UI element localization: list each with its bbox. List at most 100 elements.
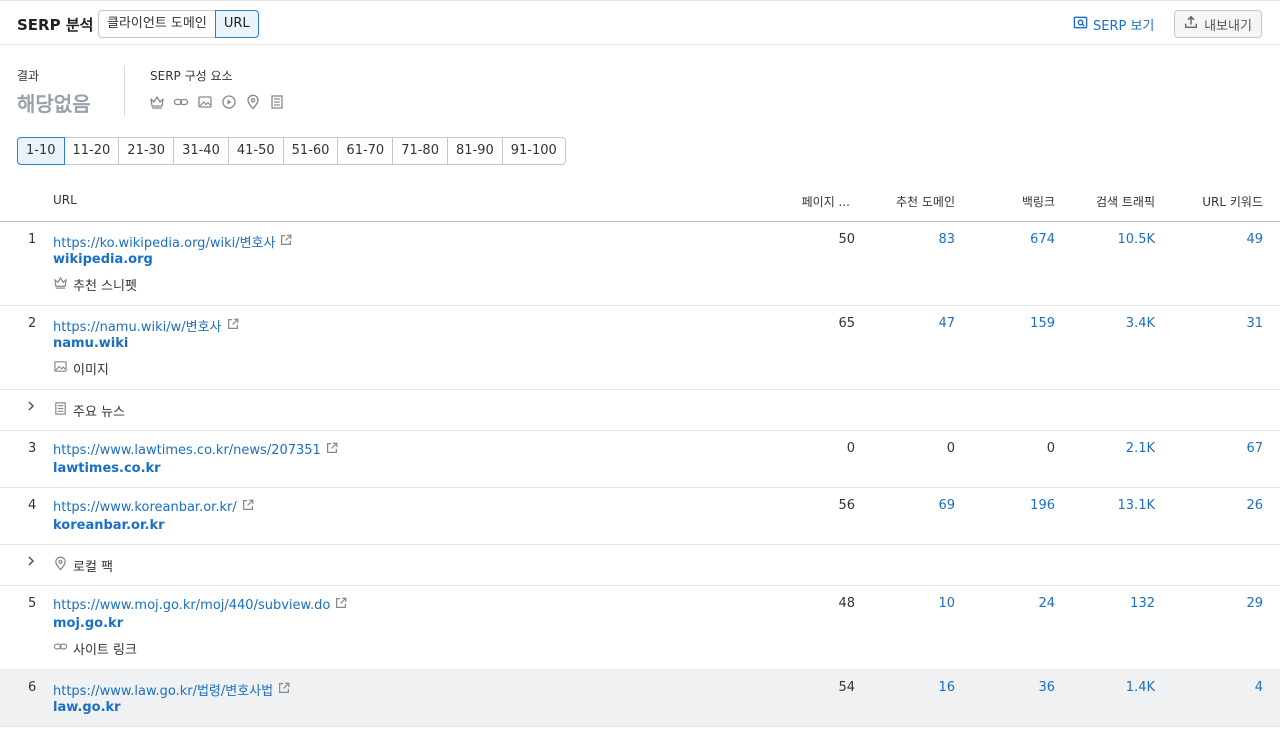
backlinks-value: 0 [1046,441,1055,456]
video-icon [221,94,237,110]
page-button[interactable]: 51-60 [283,137,339,165]
row-number: 4 [28,498,37,513]
export-button[interactable]: 내보내기 [1174,10,1262,38]
mode-toggle: 클라이언트 도메인 URL [98,10,259,38]
page-button[interactable]: 41-50 [228,137,284,165]
serp-feature-label: 이미지 [73,363,109,378]
table-row: 3 https://www.lawtimes.co.kr/news/207351… [0,431,1280,488]
location-pin-icon [245,94,261,110]
external-link-icon[interactable] [222,317,240,335]
traffic-value[interactable]: 2.1K [1126,441,1155,456]
url-toggle[interactable]: URL [214,10,259,38]
result-domain[interactable]: namu.wiki [53,336,128,351]
traffic-value[interactable]: 13.1K [1118,498,1155,513]
col-backlinks[interactable]: 백링크 [1022,193,1055,210]
pagination: 1-10 11-20 21-30 31-40 41-50 51-60 61-70… [17,137,566,165]
page-button[interactable]: 91-100 [502,137,566,165]
serp-features-icons [149,94,285,110]
image-icon [53,359,73,378]
table-row: 4 https://www.koreanbar.or.kr/ koreanbar… [0,488,1280,545]
serp-feature-tag: 사이트 링크 [53,639,137,658]
traffic-value[interactable]: 1.4K [1126,680,1155,695]
col-ref-domains[interactable]: 추천 도메인 [896,193,955,210]
news-icon [53,401,73,420]
page-button[interactable]: 61-70 [338,137,394,165]
backlinks-value[interactable]: 196 [1030,498,1055,513]
page-button[interactable]: 21-30 [119,137,175,165]
table-row: 1 https://ko.wikipedia.org/wiki/변호사 wiki… [0,222,1280,306]
url-keywords-value[interactable]: 4 [1255,680,1263,695]
image-icon [197,94,213,110]
url-keywords-value[interactable]: 49 [1246,232,1263,247]
news-icon [269,94,285,110]
table-row: 6 https://www.law.go.kr/법령/변호사법 law.go.k… [0,670,1280,727]
result-domain[interactable]: lawtimes.co.kr [53,461,161,476]
page-title: SERP 분석 [17,16,94,34]
page-score: 56 [838,498,855,513]
traffic-value[interactable]: 132 [1130,596,1155,611]
backlinks-value[interactable]: 159 [1030,316,1055,331]
result-url[interactable]: https://www.lawtimes.co.kr/news/207351 [53,441,339,459]
external-link-icon[interactable] [273,681,291,699]
ref-domains-value[interactable]: 47 [938,316,955,331]
chevron-right-icon[interactable] [25,555,37,571]
client-domain-toggle[interactable]: 클라이언트 도메인 [98,10,215,38]
page-button[interactable]: 71-80 [393,137,448,165]
col-traffic[interactable]: 검색 트래픽 [1096,193,1155,210]
row-number: 2 [28,316,37,331]
ref-domains-value[interactable]: 83 [938,232,955,247]
traffic-value[interactable]: 3.4K [1126,316,1155,331]
col-url[interactable]: URL [53,193,77,207]
result-url[interactable]: https://namu.wiki/w/변호사 [53,316,240,335]
page-score: 50 [838,232,855,247]
url-keywords-value[interactable]: 67 [1246,441,1263,456]
result-url[interactable]: https://www.moj.go.kr/moj/440/subview.do [53,596,348,614]
result-domain[interactable]: moj.go.kr [53,616,123,631]
serp-search-icon [1073,15,1093,34]
external-link-icon[interactable] [275,233,293,251]
page-button[interactable]: 81-90 [447,137,503,165]
ref-domains-value[interactable]: 69 [938,498,955,513]
backlinks-value[interactable]: 24 [1038,596,1055,611]
backlinks-value[interactable]: 36 [1038,680,1055,695]
upload-icon [1184,15,1204,33]
result-url[interactable]: https://www.koreanbar.or.kr/ [53,498,255,516]
result-url-text: https://namu.wiki/w/변호사 [53,320,222,335]
group-label: 주요 뉴스 [53,401,125,420]
col-page[interactable]: 페이지 ... [802,193,850,210]
row-number: 1 [28,232,37,247]
backlinks-value[interactable]: 674 [1030,232,1055,247]
result-domain[interactable]: law.go.kr [53,700,121,715]
ref-domains-value[interactable]: 16 [938,680,955,695]
external-link-icon[interactable] [321,441,339,459]
result-url[interactable]: https://ko.wikipedia.org/wiki/변호사 [53,232,293,251]
page-button[interactable]: 1-10 [17,137,65,165]
page-score: 0 [846,441,855,456]
col-url-keywords[interactable]: URL 키워드 [1202,193,1263,210]
result-url[interactable]: https://www.law.go.kr/법령/변호사법 [53,680,291,699]
external-link-icon[interactable] [237,498,255,516]
url-keywords-value[interactable]: 26 [1246,498,1263,513]
serp-feature-label: 사이트 링크 [73,643,137,658]
serp-feature-tag: 추천 스니펫 [53,275,137,294]
chevron-right-icon[interactable] [25,400,37,416]
crown-icon [53,275,73,294]
result-url-text: https://www.koreanbar.or.kr/ [53,499,237,515]
group-label-text: 주요 뉴스 [73,405,125,420]
crown-icon [149,94,165,110]
divider [124,66,125,116]
serp-feature-group-row[interactable]: 주요 뉴스 [0,390,1280,431]
external-link-icon[interactable] [330,596,348,614]
serp-view-link[interactable]: SERP 보기 [1073,15,1154,34]
table-row: 2 https://namu.wiki/w/변호사 namu.wiki 이미지 … [0,306,1280,390]
url-keywords-value[interactable]: 31 [1246,316,1263,331]
result-domain[interactable]: wikipedia.org [53,252,153,267]
result-domain[interactable]: koreanbar.or.kr [53,518,165,533]
traffic-value[interactable]: 10.5K [1118,232,1155,247]
ref-domains-value[interactable]: 10 [938,596,955,611]
serp-feature-group-row[interactable]: 로컬 팩 [0,545,1280,586]
page-button[interactable]: 11-20 [64,137,120,165]
serp-view-label: SERP 보기 [1093,19,1155,34]
page-button[interactable]: 31-40 [174,137,229,165]
url-keywords-value[interactable]: 29 [1246,596,1263,611]
